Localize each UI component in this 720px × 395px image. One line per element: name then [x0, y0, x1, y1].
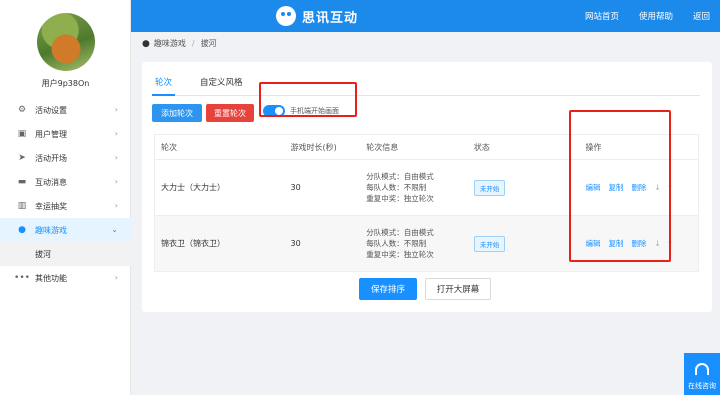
- send-icon: ➤: [18, 153, 26, 163]
- brand-name: 思讯互动: [302, 10, 359, 26]
- tab-custom-style[interactable]: 自定义风格: [197, 76, 246, 96]
- column-header-round: 轮次: [155, 135, 285, 159]
- chevron-right-icon: ›: [114, 273, 118, 282]
- info-team-size: 每队人数：不限制: [366, 183, 427, 192]
- round-name: 大力士（大力士）: [161, 183, 225, 192]
- game-icon: ●: [18, 225, 26, 235]
- add-round-button[interactable]: 添加轮次: [152, 104, 202, 122]
- breadcrumb-separator: /: [191, 39, 195, 48]
- info-team-mode: 分队模式：自由模式: [366, 172, 434, 181]
- sidebar-item-user-management[interactable]: ▣ 用户管理 ›: [0, 122, 131, 146]
- online-service-button[interactable]: 在线咨询: [684, 353, 720, 395]
- info-repeat-win: 重复中奖：独立轮次: [366, 194, 434, 203]
- nav-help-link[interactable]: 使用帮助: [639, 10, 673, 22]
- round-duration: 30: [290, 183, 301, 192]
- reset-round-button[interactable]: 重置轮次: [206, 104, 254, 122]
- sidebar-item-interactive-message[interactable]: ▬ 互动消息 ›: [0, 170, 131, 194]
- chevron-right-icon: ›: [114, 105, 118, 114]
- sidebar-menu: ⚙ 活动设置 › ▣ 用户管理 › ➤ 活动开场 › ▬ 互动消息 › ▥ 幸运…: [0, 98, 131, 290]
- annotation-box-operations: [569, 110, 671, 262]
- user-icon: ▣: [17, 129, 27, 139]
- round-name: 锦衣卫（锦衣卫）: [161, 239, 225, 248]
- sidebar-item-label: 活动开场: [35, 153, 67, 163]
- sidebar-item-label: 互动消息: [35, 177, 67, 187]
- round-status: 未开始: [468, 160, 574, 215]
- sidebar-item-label: 活动设置: [35, 105, 67, 115]
- round-info: 分队模式：自由模式 每队人数：不限制 重复中奖：独立轮次: [360, 216, 468, 271]
- lottery-icon: ▥: [17, 201, 27, 211]
- info-repeat-win: 重复中奖：独立轮次: [366, 250, 434, 259]
- main-card: 轮次 自定义风格 添加轮次 重置轮次 手机端开始画面 轮次 游戏时长(秒) 轮次…: [142, 62, 712, 312]
- round-status: 未开始: [468, 216, 574, 271]
- info-team-size: 每队人数：不限制: [366, 239, 427, 248]
- open-big-screen-button[interactable]: 打开大屏幕: [425, 278, 491, 300]
- status-badge: 未开始: [473, 235, 506, 252]
- game-icon: ●: [142, 38, 150, 49]
- nav-back-link[interactable]: 返回: [693, 10, 710, 22]
- sidebar-item-label: 幸运抽奖: [35, 201, 67, 211]
- column-header-status: 状态: [467, 135, 574, 159]
- save-order-button[interactable]: 保存排序: [359, 278, 417, 300]
- sidebar-item-label: 用户管理: [35, 129, 67, 139]
- chevron-right-icon: ›: [114, 129, 118, 138]
- more-icon: •••: [14, 273, 30, 283]
- sidebar-item-lucky-draw[interactable]: ▥ 幸运抽奖 ›: [0, 194, 131, 218]
- round-info: 分队模式：自由模式 每队人数：不限制 重复中奖：独立轮次: [360, 160, 468, 215]
- brand-logo-icon: [276, 6, 296, 26]
- sidebar-item-activity-settings[interactable]: ⚙ 活动设置 ›: [0, 98, 131, 122]
- online-service-label: 在线咨询: [688, 382, 716, 390]
- sidebar-item-activity-opening[interactable]: ➤ 活动开场 ›: [0, 146, 131, 170]
- username: 用户9p38On: [41, 79, 90, 88]
- sidebar-item-other-features[interactable]: ••• 其他功能 ›: [0, 266, 131, 290]
- tab-rounds[interactable]: 轮次: [152, 76, 176, 96]
- status-badge: 未开始: [473, 179, 506, 196]
- chevron-down-icon: ⌄: [111, 225, 118, 234]
- round-duration: 30: [290, 239, 301, 248]
- sidebar-subitem-label: 拔河: [35, 249, 51, 259]
- brand[interactable]: 思讯互动: [276, 4, 358, 28]
- tab-bar: 轮次 自定义风格: [152, 76, 700, 96]
- header-nav: 网站首页 使用帮助 返回: [565, 0, 710, 32]
- sidebar-item-label: 趣味游戏: [35, 225, 67, 235]
- sidebar: 用户9p38On ⚙ 活动设置 › ▣ 用户管理 › ➤ 活动开场 › ▬ 互动…: [0, 0, 131, 395]
- column-header-duration: 游戏时长(秒): [284, 135, 361, 159]
- chevron-right-icon: ›: [114, 177, 118, 186]
- annotation-box-toggle: [259, 82, 357, 117]
- avatar[interactable]: [37, 13, 95, 71]
- top-header: 思讯互动 网站首页 使用帮助 返回: [131, 0, 720, 32]
- gear-icon: ⚙: [17, 105, 27, 115]
- breadcrumb-parent[interactable]: 趣味游戏: [154, 38, 186, 49]
- chevron-right-icon: ›: [114, 201, 118, 210]
- chevron-right-icon: ›: [114, 153, 118, 162]
- headset-icon: [695, 363, 709, 375]
- sidebar-subitem-tug-of-war[interactable]: 拔河: [0, 242, 131, 266]
- info-team-mode: 分队模式：自由模式: [366, 228, 434, 237]
- breadcrumb-current: 拔河: [200, 39, 217, 48]
- sidebar-item-fun-games[interactable]: ● 趣味游戏 ⌄: [0, 218, 131, 242]
- sidebar-item-label: 其他功能: [35, 273, 67, 283]
- message-icon: ▬: [17, 177, 27, 187]
- nav-home-link[interactable]: 网站首页: [585, 10, 619, 22]
- column-header-info: 轮次信息: [360, 135, 468, 159]
- breadcrumb: ● 趣味游戏 / 拔河: [142, 38, 217, 49]
